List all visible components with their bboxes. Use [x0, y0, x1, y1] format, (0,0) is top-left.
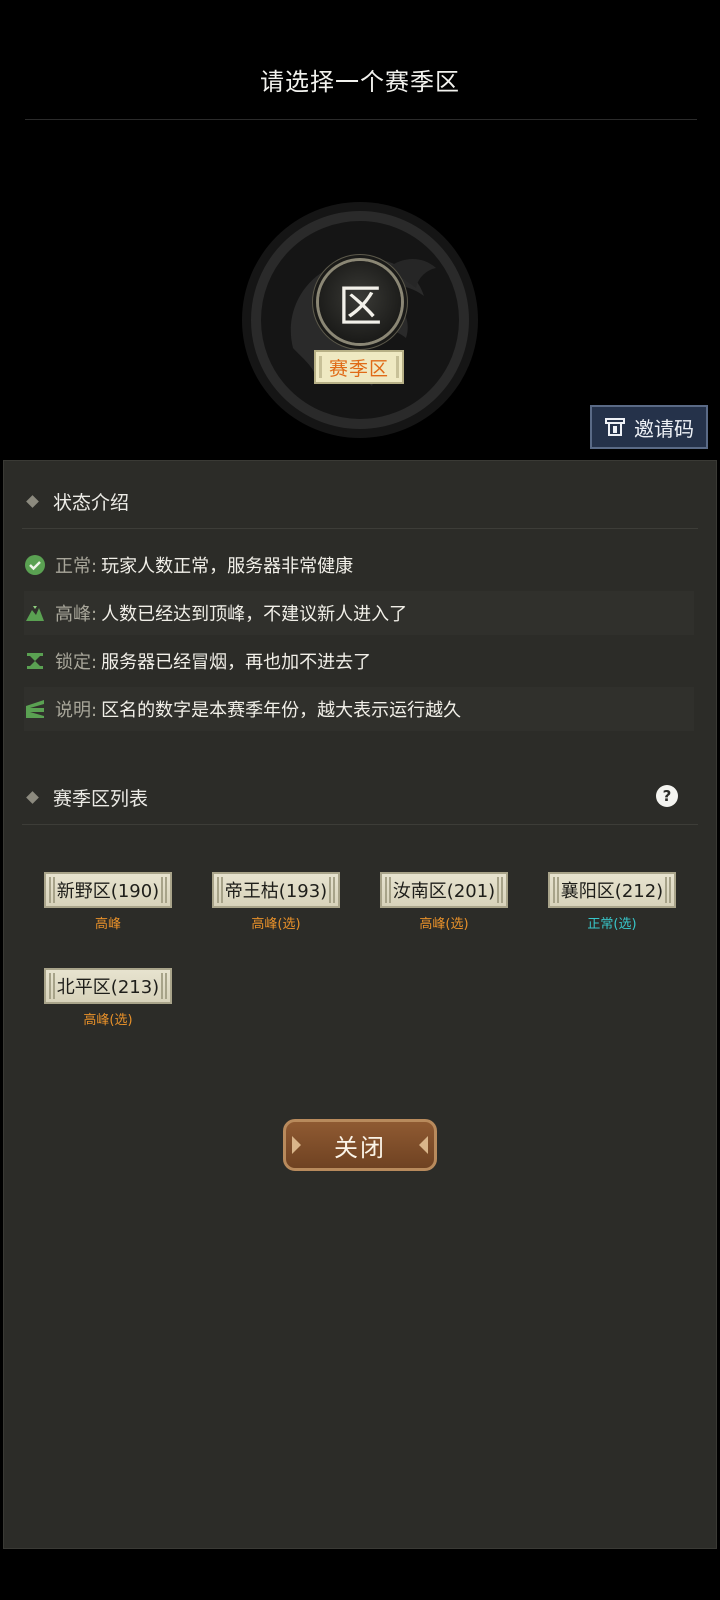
- invite-icon: [605, 418, 625, 436]
- help-icon[interactable]: ?: [656, 785, 678, 807]
- status-text: 玩家人数正常，服务器非常健康: [101, 556, 354, 577]
- status-label: 锁定:: [55, 652, 98, 673]
- status-label: 说明:: [55, 700, 98, 721]
- status-label: 正常:: [55, 556, 98, 577]
- status-row-peak: 高峰: 人数已经达到顶峰，不建议新人进入了: [24, 591, 694, 635]
- server-name: 汝南区(201): [380, 872, 508, 908]
- server-list-header: 赛季区列表: [26, 784, 149, 811]
- info-icon: [26, 700, 44, 718]
- status-intro-header: 状态介绍: [26, 488, 130, 515]
- diamond-bullet-icon: [26, 495, 39, 508]
- server-status: 高峰(选): [251, 917, 301, 932]
- server-status: 高峰(选): [83, 1013, 133, 1028]
- server-status: 正常(选): [587, 917, 637, 932]
- status-text: 区名的数字是本赛季年份，越大表示运行越久: [101, 700, 462, 721]
- server-name: 北平区(213): [44, 968, 172, 1004]
- diamond-bullet-icon: [26, 791, 39, 804]
- status-row-note: 说明: 区名的数字是本赛季年份，越大表示运行越久: [24, 687, 694, 731]
- status-row-locked: 锁定: 服务器已经冒烟，再也加不进去了: [24, 639, 694, 683]
- server-list-title: 赛季区列表: [53, 788, 149, 810]
- status-label: 高峰:: [55, 604, 98, 625]
- status-row-normal: 正常: 玩家人数正常，服务器非常健康: [24, 543, 694, 587]
- server-card-diwangku[interactable]: 帝王枯(193) 高峰(选): [212, 872, 340, 932]
- lock-icon: [27, 653, 43, 669]
- server-card-xiangyang[interactable]: 襄阳区(212) 正常(选): [548, 872, 676, 932]
- status-intro-title: 状态介绍: [53, 492, 130, 514]
- header-divider: [25, 119, 697, 120]
- close-button-label: 关闭: [334, 1133, 386, 1162]
- invite-button-label: 邀请码: [634, 416, 694, 441]
- server-name: 帝王枯(193): [212, 872, 340, 908]
- chevron-right-icon: [419, 1136, 428, 1154]
- status-text: 服务器已经冒烟，再也加不进去了: [101, 652, 372, 673]
- server-card-runan[interactable]: 汝南区(201) 高峰(选): [380, 872, 508, 932]
- season-zone-tag: 赛季区: [314, 350, 404, 384]
- close-button[interactable]: 关闭: [283, 1119, 437, 1171]
- server-card-beiping[interactable]: 北平区(213) 高峰(选): [44, 968, 172, 1028]
- section-divider: [22, 824, 698, 825]
- server-name: 襄阳区(212): [548, 872, 676, 908]
- server-name: 新野区(190): [44, 872, 172, 908]
- status-text: 人数已经达到顶峰，不建议新人进入了: [101, 604, 408, 625]
- chevron-left-icon: [292, 1136, 301, 1154]
- check-circle-icon: [25, 555, 45, 575]
- section-divider: [22, 528, 698, 529]
- invite-code-button[interactable]: 邀请码: [590, 405, 708, 449]
- server-card-xinye[interactable]: 新野区(190) 高峰: [44, 872, 172, 932]
- zone-badge: 区: [319, 261, 401, 343]
- server-status: 高峰(选): [419, 917, 469, 932]
- server-status: 高峰: [94, 917, 121, 932]
- peak-icon: [26, 606, 44, 621]
- page-title: 请选择一个赛季区: [260, 68, 460, 96]
